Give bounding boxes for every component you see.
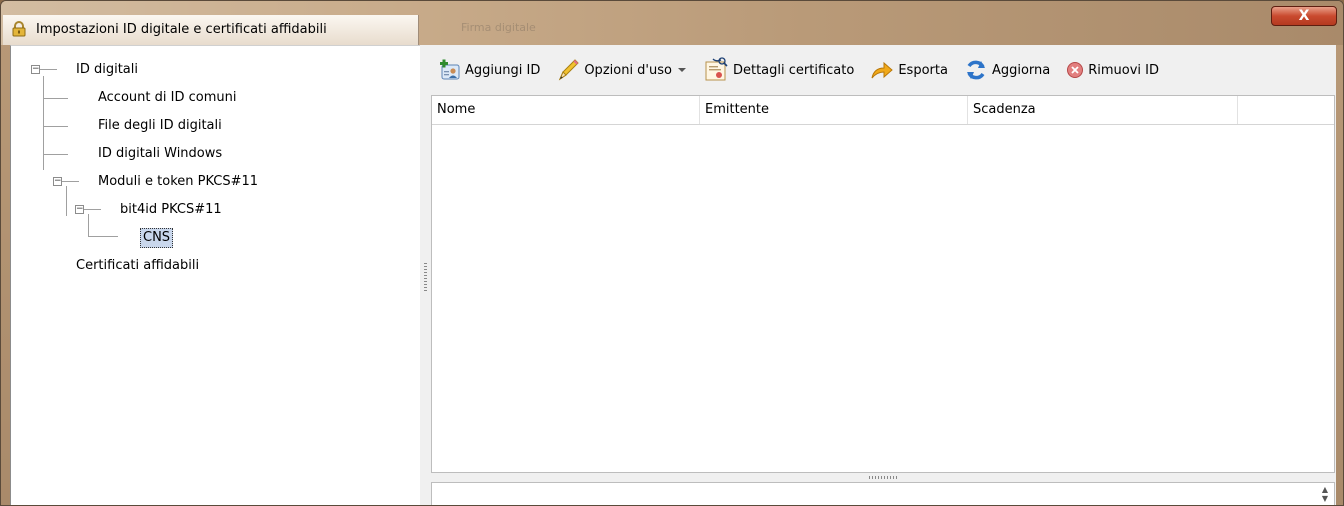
add-id-icon	[440, 59, 460, 80]
toolbar: Aggiungi ID Opzioni d'uso Dettagli certi…	[430, 45, 1336, 95]
export-button[interactable]: Esporta	[867, 55, 951, 85]
export-label: Esporta	[898, 62, 948, 78]
tree-item-file-id-digitali[interactable]: File degli ID digitali	[11, 115, 411, 137]
tree-line	[84, 209, 101, 210]
tree-item-id-digitali[interactable]: − ID digitali	[11, 59, 411, 81]
collapse-icon[interactable]: −	[53, 177, 62, 186]
add-id-button[interactable]: Aggiungi ID	[436, 55, 543, 85]
tree-item-cns[interactable]: CNS	[11, 227, 411, 249]
tree-line	[62, 181, 79, 182]
title-pane: Impostazioni ID digitale e certificati a…	[3, 15, 419, 45]
dropdown-arrow-icon	[677, 68, 686, 72]
details-panel[interactable]: ▲ ▼	[431, 482, 1335, 505]
certificate-details-button[interactable]: Dettagli certificato	[700, 55, 857, 85]
tree-item-label: ID digitali Windows	[98, 146, 223, 161]
tree-item-account-id-comuni[interactable]: Account di ID comuni	[11, 87, 411, 109]
splitter-grip[interactable]	[424, 263, 427, 293]
table-header: Nome Emittente Scadenza	[432, 96, 1334, 125]
tree-item-label: Certificati affidabili	[76, 258, 200, 273]
tree-item-label-selected: CNS	[140, 228, 174, 248]
collapse-icon[interactable]: −	[31, 65, 40, 74]
close-icon: X	[1298, 8, 1310, 24]
tree-item-certificati-affidabili[interactable]: Certificati affidabili	[11, 255, 411, 277]
column-header-nome[interactable]: Nome	[432, 96, 700, 124]
certificate-details-label: Dettagli certificato	[732, 62, 855, 78]
remove-id-button[interactable]: Rimuovi ID	[1063, 55, 1162, 85]
background-tab-title: Firma digitale	[461, 21, 536, 34]
id-table[interactable]: Nome Emittente Scadenza	[431, 95, 1335, 473]
collapse-icon[interactable]: −	[75, 205, 84, 214]
lock-icon	[12, 21, 26, 37]
close-button[interactable]: X	[1271, 6, 1337, 26]
column-header-scadenza[interactable]: Scadenza	[968, 96, 1238, 124]
remove-id-label: Rimuovi ID	[1088, 62, 1160, 78]
tree-item-label: ID digitali	[76, 62, 138, 77]
tree-item-id-digitali-windows[interactable]: ID digitali Windows	[11, 143, 411, 165]
column-header-emittente[interactable]: Emittente	[700, 96, 968, 124]
content-pane: Aggiungi ID Opzioni d'uso Dettagli certi…	[430, 45, 1336, 505]
refresh-icon	[966, 60, 985, 80]
usage-options-button[interactable]: Opzioni d'uso	[553, 55, 690, 85]
tree-pane: − ID digitali Account di ID comuni File …	[10, 45, 421, 505]
tree-item-bit4id[interactable]: − bit4id PKCS#11	[11, 199, 411, 221]
remove-icon	[1067, 62, 1084, 78]
refresh-button[interactable]: Aggiorna	[961, 55, 1053, 85]
settings-window: Impostazioni ID digitale e certificati a…	[0, 0, 1344, 506]
tree-item-moduli-token[interactable]: − Moduli e token PKCS#11	[11, 171, 411, 193]
export-arrow-icon	[871, 61, 894, 79]
pencil-icon	[559, 59, 580, 81]
tree-item-label: Moduli e token PKCS#11	[98, 174, 259, 189]
usage-options-label: Opzioni d'uso	[584, 62, 672, 78]
title-bar[interactable]: Impostazioni ID digitale e certificati a…	[1, 1, 1343, 45]
certificate-icon	[705, 57, 728, 81]
refresh-label: Aggiorna	[991, 62, 1051, 78]
tree-item-label: Account di ID comuni	[98, 90, 237, 105]
horizontal-splitter-grip[interactable]	[869, 476, 897, 479]
spinner-arrows-icon[interactable]: ▲ ▼	[1320, 485, 1330, 503]
window-title: Impostazioni ID digitale e certificati a…	[36, 22, 327, 37]
tree-line	[40, 69, 57, 70]
tree-item-label: File degli ID digitali	[98, 118, 222, 133]
column-header-empty	[1238, 96, 1334, 124]
add-id-label: Aggiungi ID	[465, 62, 541, 78]
tree-item-label: bit4id PKCS#11	[120, 202, 222, 217]
